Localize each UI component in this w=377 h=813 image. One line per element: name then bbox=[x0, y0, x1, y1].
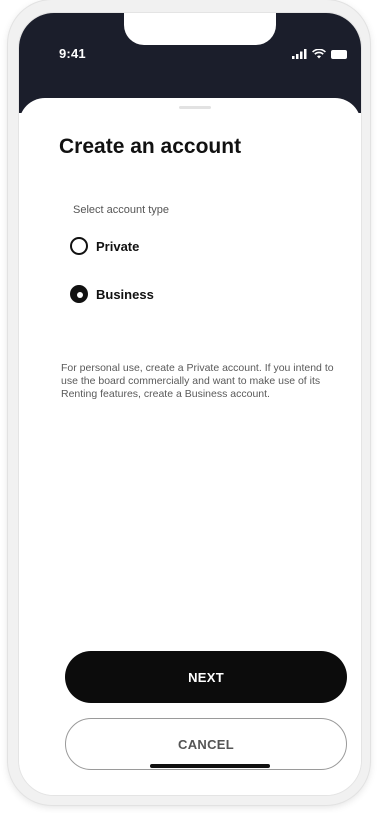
next-button[interactable]: NEXT bbox=[65, 651, 347, 703]
account-type-label: Select account type bbox=[73, 204, 170, 216]
device-notch bbox=[124, 13, 276, 45]
page-title: Create an account bbox=[59, 135, 242, 158]
status-icons bbox=[292, 49, 347, 59]
radio-business[interactable] bbox=[70, 285, 88, 303]
radio-option-private[interactable]: Private bbox=[70, 237, 139, 255]
bottom-sheet: Create an account Select account type Pr… bbox=[19, 98, 361, 795]
radio-selected-dot bbox=[77, 292, 83, 298]
radio-option-business[interactable]: Business bbox=[70, 285, 154, 303]
cancel-button[interactable]: CANCEL bbox=[65, 718, 347, 770]
sheet-grabber[interactable] bbox=[179, 106, 211, 109]
radio-private[interactable] bbox=[70, 237, 88, 255]
screenshot-canvas: 9:41 Create an account Select account ty… bbox=[0, 0, 377, 813]
radio-label-private: Private bbox=[96, 238, 140, 254]
phone-screen: 9:41 Create an account Select account ty… bbox=[18, 12, 362, 796]
battery-icon bbox=[331, 49, 347, 59]
signal-icon bbox=[292, 49, 307, 59]
phone-frame: 9:41 Create an account Select account ty… bbox=[8, 0, 370, 805]
wifi-icon bbox=[312, 49, 326, 59]
home-indicator[interactable] bbox=[150, 764, 270, 768]
status-time: 9:41 bbox=[59, 46, 86, 61]
radio-label-business: Business bbox=[96, 286, 154, 302]
account-type-help-text: For personal use, create a Private accou… bbox=[61, 362, 334, 400]
